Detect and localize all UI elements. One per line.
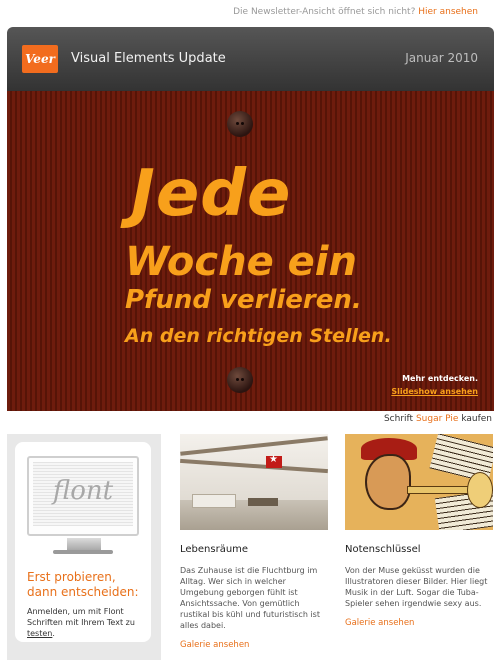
test-link[interactable]: testen: [27, 629, 52, 638]
hero-headline-line2: Woche ein: [125, 239, 357, 285]
trumpet-illustration[interactable]: [345, 434, 493, 530]
monitor-icon: flont: [27, 456, 139, 536]
view-in-browser-link[interactable]: Hier ansehen: [418, 7, 478, 17]
interior-photo[interactable]: [180, 434, 328, 530]
font-credit-prefix: Schrift: [383, 414, 414, 424]
browser-view-note: Die Newsletter-Ansicht öffnet sich nicht…: [233, 7, 478, 17]
promo-body: Anmelden, um mit Flont Schriften mit Ihr…: [27, 607, 135, 627]
promo-card[interactable]: flont Erst probieren, dann entscheiden: …: [15, 442, 151, 642]
newsletter-header: Veer Visual Elements Update Januar 2010: [7, 27, 494, 91]
promo-text-end: .: [52, 629, 55, 638]
musician-face: [365, 454, 411, 510]
browser-view-text: Die Newsletter-Ansicht öffnet sich nicht…: [233, 7, 416, 17]
sofa-shape: [192, 494, 236, 508]
article-title: Lebensräume: [180, 544, 249, 555]
monitor-stand: [67, 538, 101, 550]
hero-cta: Mehr entdecken. Slideshow ansehen: [391, 372, 478, 398]
article-body: Das Zuhause ist die Fluchtburg im Alltag…: [180, 566, 320, 630]
issue-date: Januar 2010: [405, 51, 478, 65]
trumpet-bell: [467, 472, 493, 508]
monitor-font-sample: flont: [52, 476, 114, 506]
font-credit-suffix: kaufen: [461, 414, 492, 424]
article-body: Von der Muse geküsst wurden die Illustra…: [345, 566, 488, 608]
flag-icon: [266, 454, 282, 468]
promo-panel: flont Erst probieren, dann entscheiden: …: [7, 434, 161, 660]
monitor-base: [53, 550, 113, 554]
promo-heading: Erst probieren, dann entscheiden:: [27, 570, 139, 599]
monitor-screen: flont: [33, 462, 133, 526]
article-notenschluessel: Notenschlüssel Von der Muse geküsst wurd…: [345, 434, 495, 628]
article-lebensraeume: Lebensräume Das Zuhause ist die Fluchtbu…: [180, 434, 328, 650]
button-decoration-top: [227, 111, 253, 137]
hero-banner[interactable]: Jede Woche ein Pfund verlieren. An den r…: [7, 91, 494, 411]
newsletter-title: Visual Elements Update: [71, 51, 226, 66]
hero-headline-line4: An den richtigen Stellen.: [125, 325, 392, 347]
hero-headline-line1: Jede: [131, 157, 292, 231]
table-shape: [248, 498, 278, 506]
button-decoration-bottom: [227, 367, 253, 393]
hero-cta-text: Mehr entdecken.: [402, 374, 478, 383]
font-name-link[interactable]: Sugar Pie: [416, 414, 458, 424]
hero-headline-line3: Pfund verlieren.: [125, 285, 362, 315]
promo-text: Anmelden, um mit Flont Schriften mit Ihr…: [27, 606, 147, 639]
gallery-link[interactable]: Galerie ansehen: [345, 618, 495, 628]
gallery-link[interactable]: Galerie ansehen: [180, 640, 328, 650]
slideshow-link[interactable]: Slideshow ansehen: [391, 385, 478, 398]
article-title: Notenschlüssel: [345, 544, 421, 555]
veer-logo[interactable]: Veer: [22, 45, 58, 73]
font-credit: Schrift Sugar Pie kaufen: [384, 414, 492, 424]
